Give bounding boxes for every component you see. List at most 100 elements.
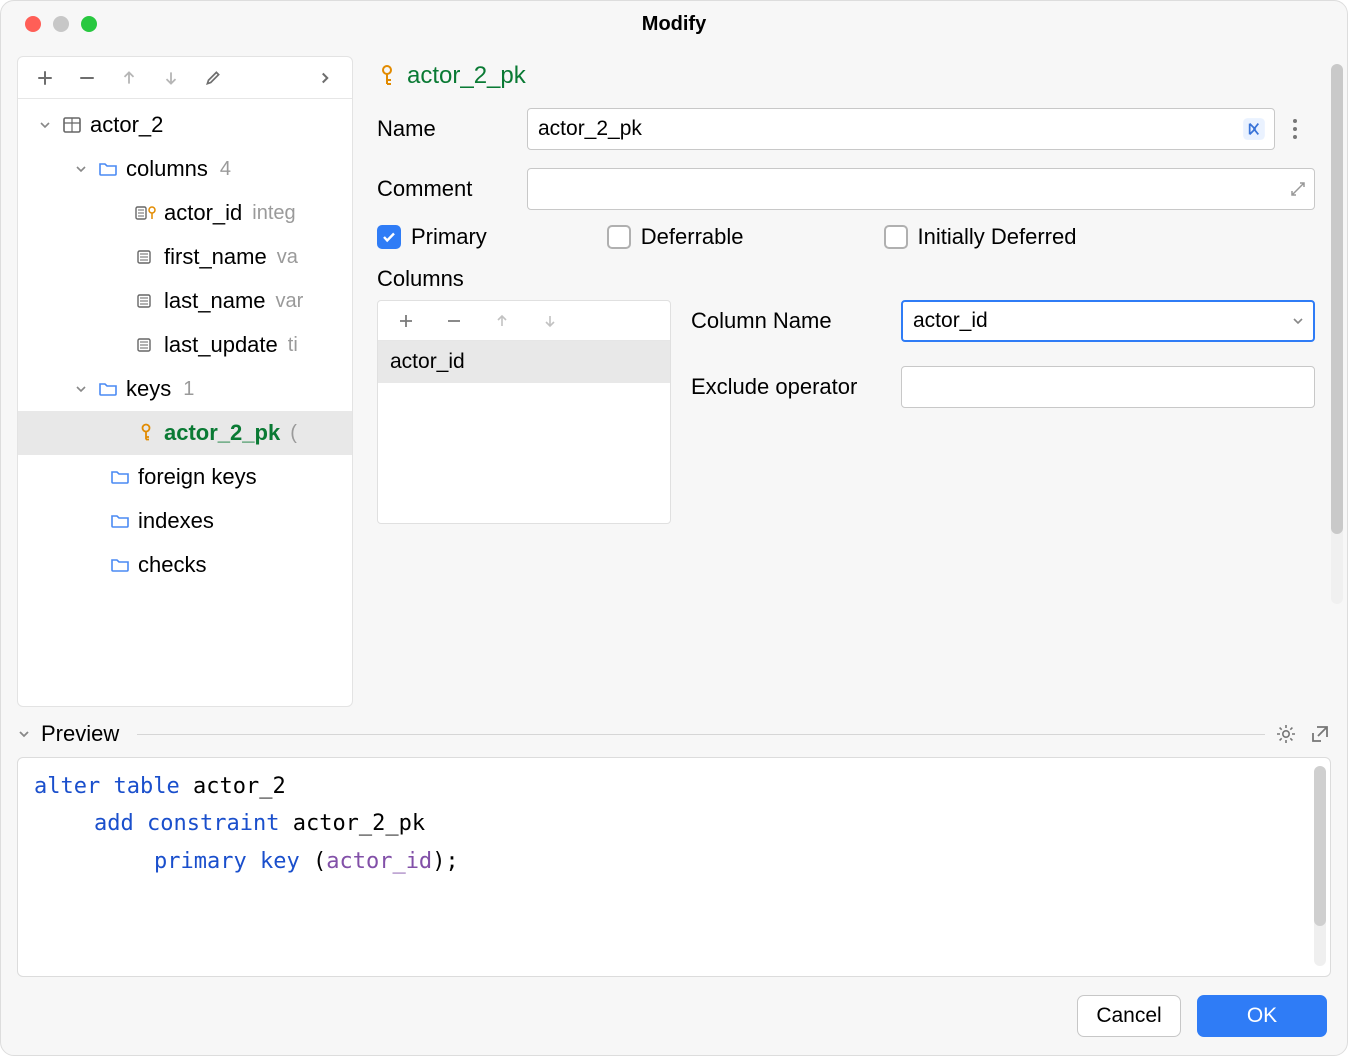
edit-button[interactable] (192, 60, 234, 96)
sql-identifier: actor_2_pk (293, 811, 425, 836)
constraint-title: actor_2_pk (407, 62, 526, 90)
form-grid: Name Comment (369, 100, 1323, 210)
folder-icon (96, 159, 120, 179)
exclude-operator-input[interactable] (901, 366, 1315, 408)
initially-deferred-checkbox-label: Initially Deferred (918, 224, 1077, 250)
preview-scrollbar[interactable] (1314, 766, 1326, 966)
tree-columns-node[interactable]: columns 4 (18, 147, 352, 191)
preview-section: Preview alter table actor_2 add (17, 721, 1331, 977)
move-column-up-button[interactable] (478, 303, 526, 339)
ok-button[interactable]: OK (1197, 995, 1327, 1037)
key-icon (377, 64, 397, 88)
expand-button[interactable] (304, 60, 346, 96)
column-icon (134, 292, 158, 310)
tree-checks-label: checks (138, 552, 206, 578)
sql-arg: actor_id (326, 849, 432, 874)
column-name: last_name (164, 288, 266, 314)
sql-keyword: key (260, 849, 300, 874)
move-up-button[interactable] (108, 60, 150, 96)
window-title: Modify (19, 13, 1329, 36)
titlebar: Modify (1, 1, 1347, 47)
columns-list-item-label: actor_id (390, 350, 465, 374)
tree-column-item[interactable]: last_update ti (18, 323, 352, 367)
primary-checkbox-item[interactable]: Primary (377, 224, 487, 250)
open-in-console-icon[interactable] (1309, 723, 1331, 745)
deferrable-checkbox[interactable] (607, 225, 631, 249)
comment-label: Comment (377, 176, 527, 202)
columns-list-item[interactable]: actor_id (378, 341, 670, 383)
folder-icon (96, 379, 120, 399)
sql-keyword: alter (34, 774, 100, 799)
constraint-header: actor_2_pk (369, 56, 1323, 100)
expand-icon[interactable] (1289, 180, 1307, 198)
more-actions-button[interactable] (1275, 118, 1315, 140)
move-column-down-button[interactable] (526, 303, 574, 339)
primary-key-column-icon (134, 204, 158, 222)
column-type: integ (252, 202, 295, 225)
tree-column-item[interactable]: first_name va (18, 235, 352, 279)
editor-scrollbar[interactable] (1331, 64, 1343, 604)
sql-punct: ( (313, 849, 326, 874)
primary-checkbox-label: Primary (411, 224, 487, 250)
name-label: Name (377, 116, 527, 142)
key-icon (134, 423, 158, 443)
columns-section: Columns (369, 250, 1323, 524)
table-icon (60, 115, 84, 135)
folder-icon (108, 467, 132, 487)
divider (137, 734, 1265, 735)
column-name: first_name (164, 244, 267, 270)
columns-section-label: Columns (377, 266, 1315, 292)
column-name-label: Column Name (691, 308, 901, 334)
column-type: va (277, 246, 298, 269)
initially-deferred-checkbox-item[interactable]: Initially Deferred (884, 224, 1077, 250)
sql-keyword: constraint (147, 811, 279, 836)
add-button[interactable] (24, 60, 66, 96)
remove-column-button[interactable] (430, 303, 478, 339)
chevron-down-icon (17, 727, 31, 741)
preview-title: Preview (41, 721, 119, 747)
chevron-down-icon[interactable] (1291, 314, 1305, 328)
chevron-down-icon (72, 163, 90, 175)
chevron-down-icon (36, 119, 54, 131)
primary-checkbox[interactable] (377, 225, 401, 249)
tree-key-item-selected[interactable]: actor_2_pk ( (18, 411, 352, 455)
tree-keys-node[interactable]: keys 1 (18, 367, 352, 411)
tree-indexes-node[interactable]: indexes (18, 499, 352, 543)
name-input[interactable] (527, 108, 1275, 150)
maximize-window-button[interactable] (81, 16, 97, 32)
cancel-button[interactable]: Cancel (1077, 995, 1181, 1037)
tree-column-item[interactable]: last_name var (18, 279, 352, 323)
columns-list: actor_id (377, 300, 671, 524)
minimize-window-button[interactable] (53, 16, 69, 32)
close-window-button[interactable] (25, 16, 41, 32)
settings-icon[interactable] (1275, 723, 1297, 745)
tree-checks-node[interactable]: checks (18, 543, 352, 587)
deferrable-checkbox-label: Deferrable (641, 224, 744, 250)
tree-column-item[interactable]: actor_id integ (18, 191, 352, 235)
comment-input[interactable] (527, 168, 1315, 210)
sql-keyword: add (94, 811, 134, 836)
column-name-combobox[interactable] (901, 300, 1315, 342)
folder-icon (108, 555, 132, 575)
tree-foreign-keys-node[interactable]: foreign keys (18, 455, 352, 499)
dialog-buttons: Cancel OK (1, 977, 1347, 1055)
preview-header[interactable]: Preview (17, 721, 1331, 747)
sql-preview[interactable]: alter table actor_2 add constraint actor… (17, 757, 1331, 977)
sql-keyword: primary (154, 849, 247, 874)
columns-list-empty-area[interactable] (378, 383, 670, 523)
add-column-button[interactable] (382, 303, 430, 339)
tree-table-node[interactable]: actor_2 (18, 103, 352, 147)
move-down-button[interactable] (150, 60, 192, 96)
sidebar-toolbar (18, 57, 352, 99)
chevron-down-icon (72, 383, 90, 395)
tree-keys-label: keys (126, 376, 171, 402)
main-area: actor_2 columns 4 actor_id (1, 47, 1347, 715)
object-tree: actor_2 columns 4 actor_id (18, 99, 352, 706)
revert-icon[interactable] (1241, 116, 1267, 142)
initially-deferred-checkbox[interactable] (884, 225, 908, 249)
deferrable-checkbox-item[interactable]: Deferrable (607, 224, 744, 250)
column-details: Column Name Exclude operator (691, 300, 1315, 408)
column-type: var (276, 290, 304, 313)
remove-button[interactable] (66, 60, 108, 96)
tree-columns-label: columns (126, 156, 208, 182)
